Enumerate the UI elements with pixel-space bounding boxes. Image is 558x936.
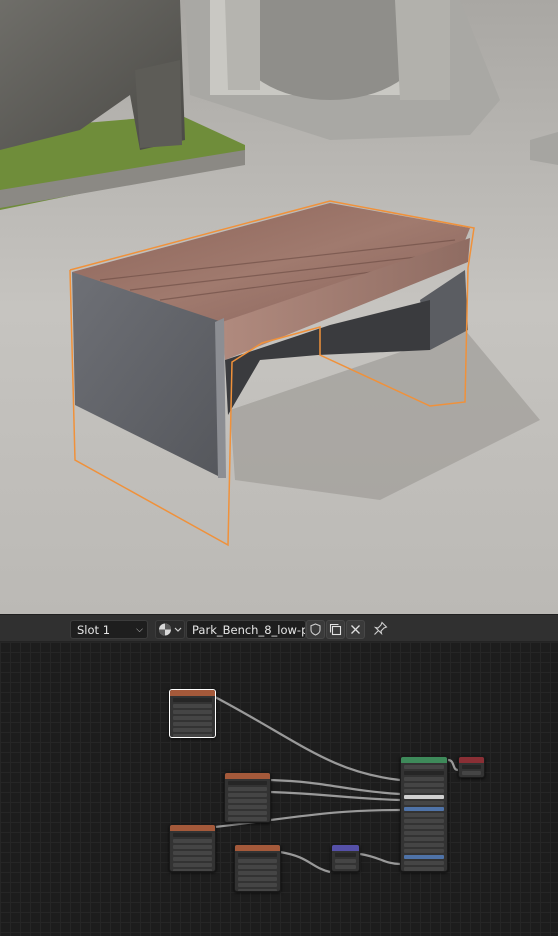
pin-icon [373,621,388,636]
principled-bsdf-node[interactable] [400,756,448,872]
node-link [359,852,401,866]
node-header [401,757,447,763]
material-sphere-icon [159,623,171,636]
duplicate-icon [329,623,342,636]
node-header [235,845,280,851]
normal-map-node[interactable] [331,844,360,872]
pin-button[interactable] [372,620,391,639]
image-texture-node[interactable] [224,772,271,823]
3d-viewport[interactable] [0,0,558,614]
close-icon [351,625,360,634]
node-header [170,690,215,696]
node-links [214,696,459,874]
duplicate-material-button[interactable] [326,620,345,639]
node-header [225,773,270,779]
material-output-node[interactable] [458,756,485,778]
fake-user-button[interactable] [306,620,325,639]
image-texture-node[interactable] [169,824,216,872]
slot-label: Slot 1 [77,623,111,637]
node-header [170,825,215,831]
image-texture-node[interactable] [234,844,281,892]
viewport-scene [0,0,558,614]
image-texture-node[interactable] [169,689,216,738]
node-link [447,758,459,772]
fake-user-shield-icon [310,623,321,636]
shader-editor-header: Slot 1 ⌵ Park_Bench_8_low-p... [0,614,558,642]
browse-material-button[interactable] [155,620,185,639]
material-name-field[interactable]: Park_Bench_8_low-p... [186,620,306,639]
node-header [459,757,484,763]
node-header [332,845,359,851]
node-link [214,696,401,782]
chevron-down-icon [174,627,182,632]
node-link [279,850,331,874]
node-editor[interactable] [0,642,558,936]
unlink-material-button[interactable] [346,620,365,639]
slot-select[interactable]: Slot 1 ⌵ [70,620,148,639]
chevron-down-icon: ⌵ [136,625,143,635]
